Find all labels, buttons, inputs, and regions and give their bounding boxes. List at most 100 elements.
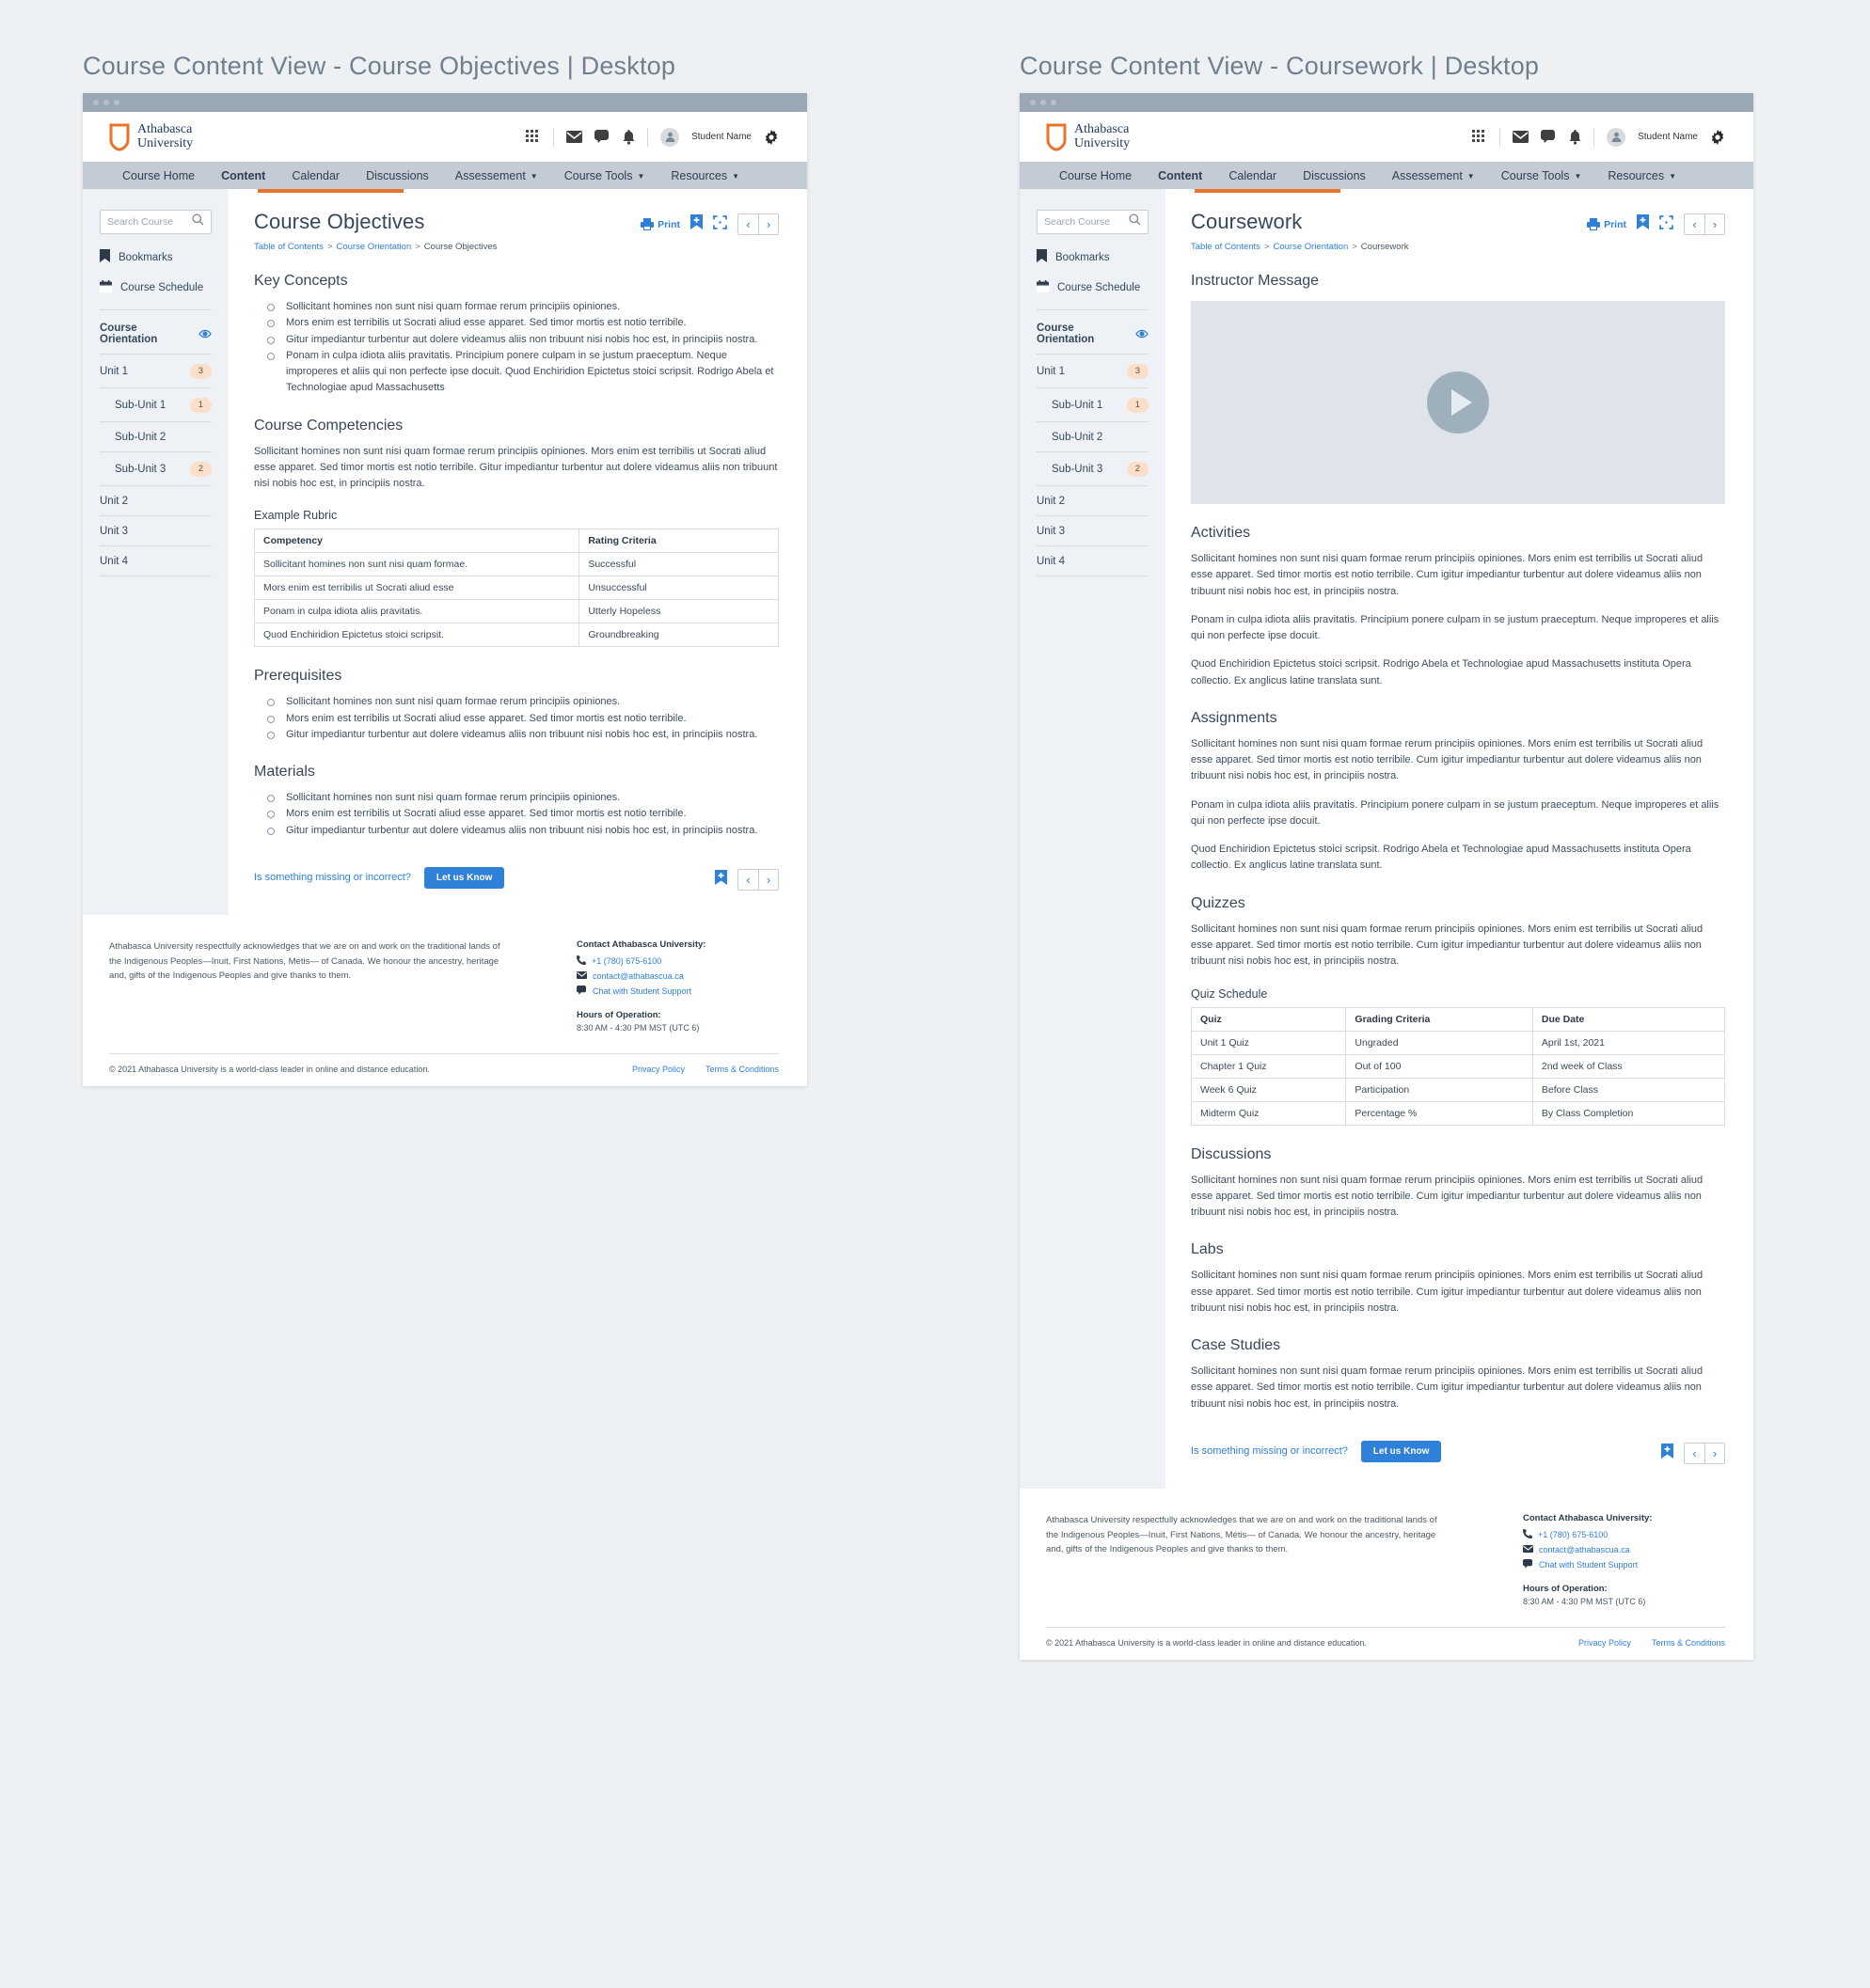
sidebar-item-sub-unit-2[interactable]: Sub-Unit 2	[100, 422, 212, 452]
nav-item-course-tools[interactable]: Course Tools ▼	[551, 162, 658, 189]
nav-item-discussions[interactable]: Discussions	[1290, 162, 1379, 189]
privacy-policy-link[interactable]: Privacy Policy	[632, 1065, 685, 1074]
prev-page-button[interactable]: ‹	[738, 869, 758, 890]
bell-icon[interactable]	[623, 129, 635, 145]
sidebar-item-unit-3[interactable]: Unit 3	[100, 516, 212, 546]
nav-item-calendar[interactable]: Calendar	[278, 162, 353, 189]
bookmark-add-icon[interactable]	[690, 214, 703, 234]
sidebar-item-sub-unit-2[interactable]: Sub-Unit 2	[1037, 422, 1149, 452]
nav-item-resources[interactable]: Resources ▼	[1594, 162, 1689, 189]
chat-icon[interactable]	[1541, 130, 1557, 144]
let-us-know-button[interactable]: Let us Know	[423, 866, 505, 889]
contact-phone[interactable]: +1 (780) 675-6100	[577, 955, 779, 967]
sidebar-item-bookmarks[interactable]: Bookmarks	[1037, 249, 1149, 265]
search-input[interactable]	[1044, 216, 1125, 228]
contact-email[interactable]: contact@athabascua.ca	[1523, 1544, 1725, 1554]
sidebar-item-unit-2[interactable]: Unit 2	[100, 486, 212, 516]
contact-chat[interactable]: Chat with Student Support	[577, 985, 779, 997]
avatar[interactable]	[660, 127, 680, 147]
search-icon[interactable]	[1129, 213, 1141, 230]
print-button[interactable]: Print	[641, 218, 680, 230]
sidebar-item-sub-unit-1[interactable]: Sub-Unit 1 1	[100, 388, 212, 422]
sidebar-item-bookmarks[interactable]: Bookmarks	[100, 249, 212, 265]
search-icon[interactable]	[192, 213, 204, 230]
bookmark-add-icon[interactable]	[1637, 214, 1649, 234]
sidebar-item-unit-3[interactable]: Unit 3	[1037, 516, 1149, 546]
eye-icon[interactable]	[1135, 329, 1149, 339]
sidebar-item-sub-unit-3[interactable]: Sub-Unit 3 2	[100, 452, 212, 486]
print-button[interactable]: Print	[1587, 218, 1626, 230]
contact-chat[interactable]: Chat with Student Support	[1523, 1558, 1725, 1570]
privacy-policy-link[interactable]: Privacy Policy	[1578, 1638, 1631, 1648]
window-dot-icon[interactable]	[1051, 100, 1056, 105]
sidebar-item-sub-unit-1[interactable]: Sub-Unit 1 1	[1037, 388, 1149, 422]
panel-caption-right: Course Content View - Coursework | Deskt…	[1020, 52, 1540, 80]
table-row: Quod Enchiridion Epictetus stoici scrips…	[253, 623, 779, 648]
window-dot-icon[interactable]	[103, 100, 109, 105]
mail-icon[interactable]	[1513, 131, 1529, 143]
eye-icon[interactable]	[198, 329, 212, 339]
main-content-coursework: Coursework Print ‹ › Table of Contents >…	[1165, 189, 1753, 1489]
breadcrumb-link-toc[interactable]: Table of Contents	[1191, 242, 1260, 252]
nav-item-resources[interactable]: Resources ▼	[658, 162, 753, 189]
window-dot-icon[interactable]	[114, 100, 119, 105]
terms-conditions-link[interactable]: Terms & Conditions	[1652, 1638, 1725, 1648]
apps-grid-icon[interactable]	[1472, 129, 1487, 145]
prev-page-button[interactable]: ‹	[738, 214, 758, 234]
window-dot-icon[interactable]	[1040, 100, 1046, 105]
search-input[interactable]	[107, 216, 188, 228]
search-course[interactable]	[100, 210, 212, 234]
nav-item-course-home[interactable]: Course Home	[109, 162, 208, 189]
breadcrumb-link-orientation[interactable]: Course Orientation	[1274, 242, 1349, 252]
bookmark-add-icon[interactable]	[715, 869, 727, 890]
sidebar-item-course-schedule[interactable]: Course Schedule	[1037, 280, 1149, 295]
apps-grid-icon[interactable]	[526, 129, 541, 145]
gear-icon[interactable]	[1710, 129, 1725, 145]
nav-item-content[interactable]: Content	[208, 162, 278, 189]
terms-conditions-link[interactable]: Terms & Conditions	[705, 1065, 779, 1074]
sidebar-item-unit-1[interactable]: Unit 1 3	[100, 355, 212, 388]
breadcrumb-link-toc[interactable]: Table of Contents	[254, 242, 324, 252]
window-dot-icon[interactable]	[1030, 100, 1036, 105]
mail-icon[interactable]	[566, 131, 583, 143]
nav-item-content[interactable]: Content	[1145, 162, 1215, 189]
nav-item-calendar[interactable]: Calendar	[1215, 162, 1290, 189]
window-dot-icon[interactable]	[93, 100, 99, 105]
let-us-know-button[interactable]: Let us Know	[1360, 1440, 1442, 1462]
bell-icon[interactable]	[1569, 129, 1581, 145]
sidebar-item-unit-4[interactable]: Unit 4	[100, 546, 212, 576]
nav-item-assessement[interactable]: Assessement ▼	[1379, 162, 1488, 189]
au-logo[interactable]: Athabasca University	[109, 123, 193, 151]
sidebar-item-unit-2[interactable]: Unit 2	[1037, 486, 1149, 516]
sidebar-item-unit-1[interactable]: Unit 1 3	[1037, 355, 1149, 388]
sidebar-section-course-orientation[interactable]: Course Orientation	[100, 310, 212, 355]
nav-item-course-home[interactable]: Course Home	[1046, 162, 1145, 189]
prev-page-button[interactable]: ‹	[1685, 1443, 1704, 1463]
nav-item-assessement[interactable]: Assessement ▼	[442, 162, 551, 189]
next-page-button[interactable]: ›	[1704, 1443, 1724, 1463]
sidebar-item-sub-unit-3[interactable]: Sub-Unit 3 2	[1037, 452, 1149, 486]
next-page-button[interactable]: ›	[1704, 214, 1724, 234]
contact-phone[interactable]: +1 (780) 675-6100	[1523, 1528, 1725, 1540]
play-icon[interactable]	[1427, 371, 1489, 434]
bookmark-add-icon[interactable]	[1661, 1443, 1673, 1463]
prev-page-button[interactable]: ‹	[1685, 214, 1704, 234]
print-label: Print	[1604, 218, 1626, 230]
nav-item-course-tools[interactable]: Course Tools ▼	[1488, 162, 1595, 189]
contact-email[interactable]: contact@athabascua.ca	[577, 970, 779, 981]
sidebar-item-unit-4[interactable]: Unit 4	[1037, 546, 1149, 576]
video-placeholder[interactable]	[1191, 301, 1725, 504]
nav-item-discussions[interactable]: Discussions	[353, 162, 442, 189]
sidebar-item-course-schedule[interactable]: Course Schedule	[100, 280, 212, 295]
next-page-button[interactable]: ›	[758, 214, 778, 234]
chat-icon[interactable]	[594, 130, 610, 144]
gear-icon[interactable]	[764, 129, 779, 145]
sidebar-section-course-orientation[interactable]: Course Orientation	[1037, 310, 1149, 355]
fullscreen-icon[interactable]	[713, 214, 727, 234]
breadcrumb-link-orientation[interactable]: Course Orientation	[337, 242, 412, 252]
fullscreen-icon[interactable]	[1659, 214, 1673, 234]
search-course[interactable]	[1037, 210, 1149, 234]
au-logo[interactable]: Athabasca University	[1046, 123, 1130, 151]
avatar[interactable]	[1607, 127, 1626, 147]
next-page-button[interactable]: ›	[758, 869, 778, 890]
